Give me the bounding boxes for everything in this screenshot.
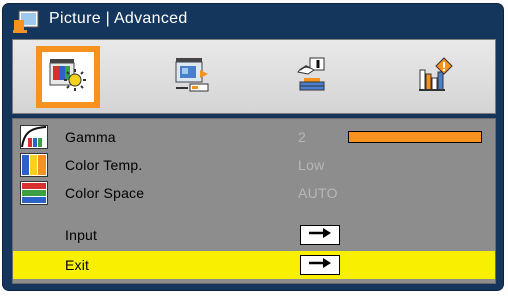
hand-setup-icon <box>292 56 332 99</box>
advanced-menu: Gamma 2 Color Temp. Low Color Space AUTO… <box>12 118 496 284</box>
picture-brightness-icon <box>48 57 88 98</box>
gamma-slider[interactable] <box>348 131 482 143</box>
color-temp-label: Color Temp. <box>65 157 143 173</box>
gamma-slider-fill <box>349 132 481 142</box>
tab-picture[interactable] <box>36 46 100 108</box>
tab-display[interactable] <box>159 46 223 108</box>
gamma-label: Gamma <box>65 129 116 145</box>
menu-row-gamma[interactable]: Gamma 2 <box>13 123 495 151</box>
color-temp-icon <box>20 153 48 177</box>
exit-enter-button[interactable] <box>300 255 340 275</box>
menu-row-exit[interactable]: Exit <box>13 251 495 279</box>
picture-monitor-icon <box>12 10 40 34</box>
menu-row-input[interactable]: Input <box>13 221 495 249</box>
options-info-icon <box>414 56 454 99</box>
tab-setup[interactable] <box>280 46 344 108</box>
enter-arrow-icon <box>307 226 333 244</box>
menu-row-color-temp[interactable]: Color Temp. Low <box>13 151 495 179</box>
enter-arrow-icon <box>307 256 333 274</box>
osd-screen: Picture | Advanced Gamma 2 Color Temp. L… <box>0 0 508 296</box>
window-title: Picture | Advanced <box>49 10 188 27</box>
exit-label: Exit <box>65 257 90 273</box>
screen-display-icon <box>170 56 212 99</box>
color-temp-value: Low <box>298 157 325 173</box>
input-label: Input <box>65 227 98 243</box>
tab-strip <box>12 39 496 114</box>
input-enter-button[interactable] <box>300 225 340 245</box>
menu-row-color-space[interactable]: Color Space AUTO <box>13 179 495 207</box>
color-space-label: Color Space <box>65 185 145 201</box>
color-space-value: AUTO <box>298 185 338 201</box>
color-space-icon <box>20 181 48 205</box>
tab-options[interactable] <box>402 46 466 108</box>
gamma-curve-icon <box>20 125 48 149</box>
title-bar: Picture | Advanced <box>3 4 503 38</box>
gamma-value: 2 <box>298 129 307 145</box>
tab-picture-inner <box>42 52 94 102</box>
